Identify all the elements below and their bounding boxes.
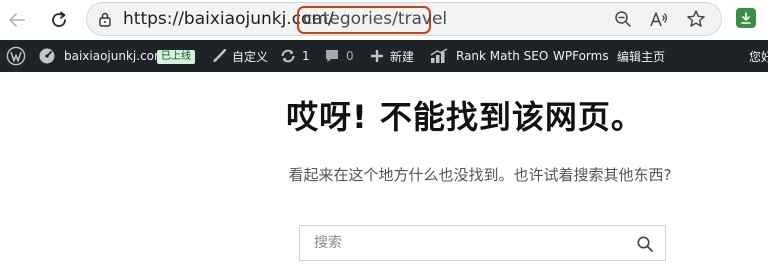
wp-logo-menu[interactable]: [6, 40, 26, 72]
edit-home-link[interactable]: 编辑主页: [617, 40, 665, 72]
address-bar[interactable]: https://baixiaojunkj.com/ categories/tra…: [86, 2, 722, 36]
new-label: 新建: [390, 49, 415, 64]
lock-icon[interactable]: [97, 11, 113, 27]
wordpress-icon: [6, 46, 26, 66]
not-found-message: 看起来在这个地方什么也没找到。也许试着搜索其他东西?: [288, 166, 672, 184]
rank-math-menu[interactable]: Rank Math SEO: [430, 40, 548, 72]
dashboard-gauge-icon: [39, 48, 55, 64]
site-name-menu[interactable]: baixiaojunkj.com: [38, 40, 166, 72]
customize-label: 自定义: [232, 49, 269, 64]
site-name: baixiaojunkj.com: [64, 49, 166, 63]
back-arrow-icon: [9, 13, 25, 27]
back-button[interactable]: [2, 5, 32, 35]
status-badge: 已上线: [157, 50, 195, 64]
page-title: 哎呀! 不能找到该网页。: [286, 98, 644, 136]
updates-count: 1: [302, 49, 310, 63]
search-icon[interactable]: [636, 235, 654, 253]
url-path-highlight: categories/travel: [297, 6, 447, 34]
wpforms-menu[interactable]: WPForms: [553, 40, 609, 72]
plus-icon: [371, 50, 383, 62]
favorite-star-icon[interactable]: [686, 9, 706, 29]
updates-link[interactable]: 1: [280, 40, 310, 72]
zoom-icon[interactable]: [613, 9, 633, 29]
new-content-menu[interactable]: 新建: [370, 40, 414, 72]
updates-icon: [281, 49, 295, 63]
search-input[interactable]: [300, 226, 620, 260]
wp-admin-bar: baixiaojunkj.com 已上线 自定义 1 0 新建 Rank Mat…: [0, 40, 768, 72]
greeting-label: 您好: [749, 49, 768, 64]
read-aloud-icon[interactable]: [649, 9, 669, 29]
browser-toolbar: https://baixiaojunkj.com/ categories/tra…: [0, 0, 768, 40]
rank-math-label: Rank Math SEO: [456, 49, 549, 63]
edit-home-label: 编辑主页: [617, 49, 666, 64]
comments-count: 0: [346, 49, 354, 63]
comments-link[interactable]: 0: [324, 40, 354, 72]
search-form: [299, 225, 666, 261]
download-button[interactable]: [736, 8, 756, 28]
comment-bubble-icon: [326, 50, 338, 62]
account-greeting[interactable]: 您好: [749, 40, 768, 72]
rank-math-chart-icon: [430, 48, 448, 63]
paintbrush-icon: [213, 49, 226, 62]
download-icon: [741, 12, 751, 24]
reload-icon: [52, 11, 66, 27]
customize-link[interactable]: 自定义: [212, 40, 268, 72]
reload-button[interactable]: [44, 5, 74, 35]
wpforms-label: WPForms: [553, 49, 609, 63]
url-path: categories/travel: [303, 9, 448, 29]
